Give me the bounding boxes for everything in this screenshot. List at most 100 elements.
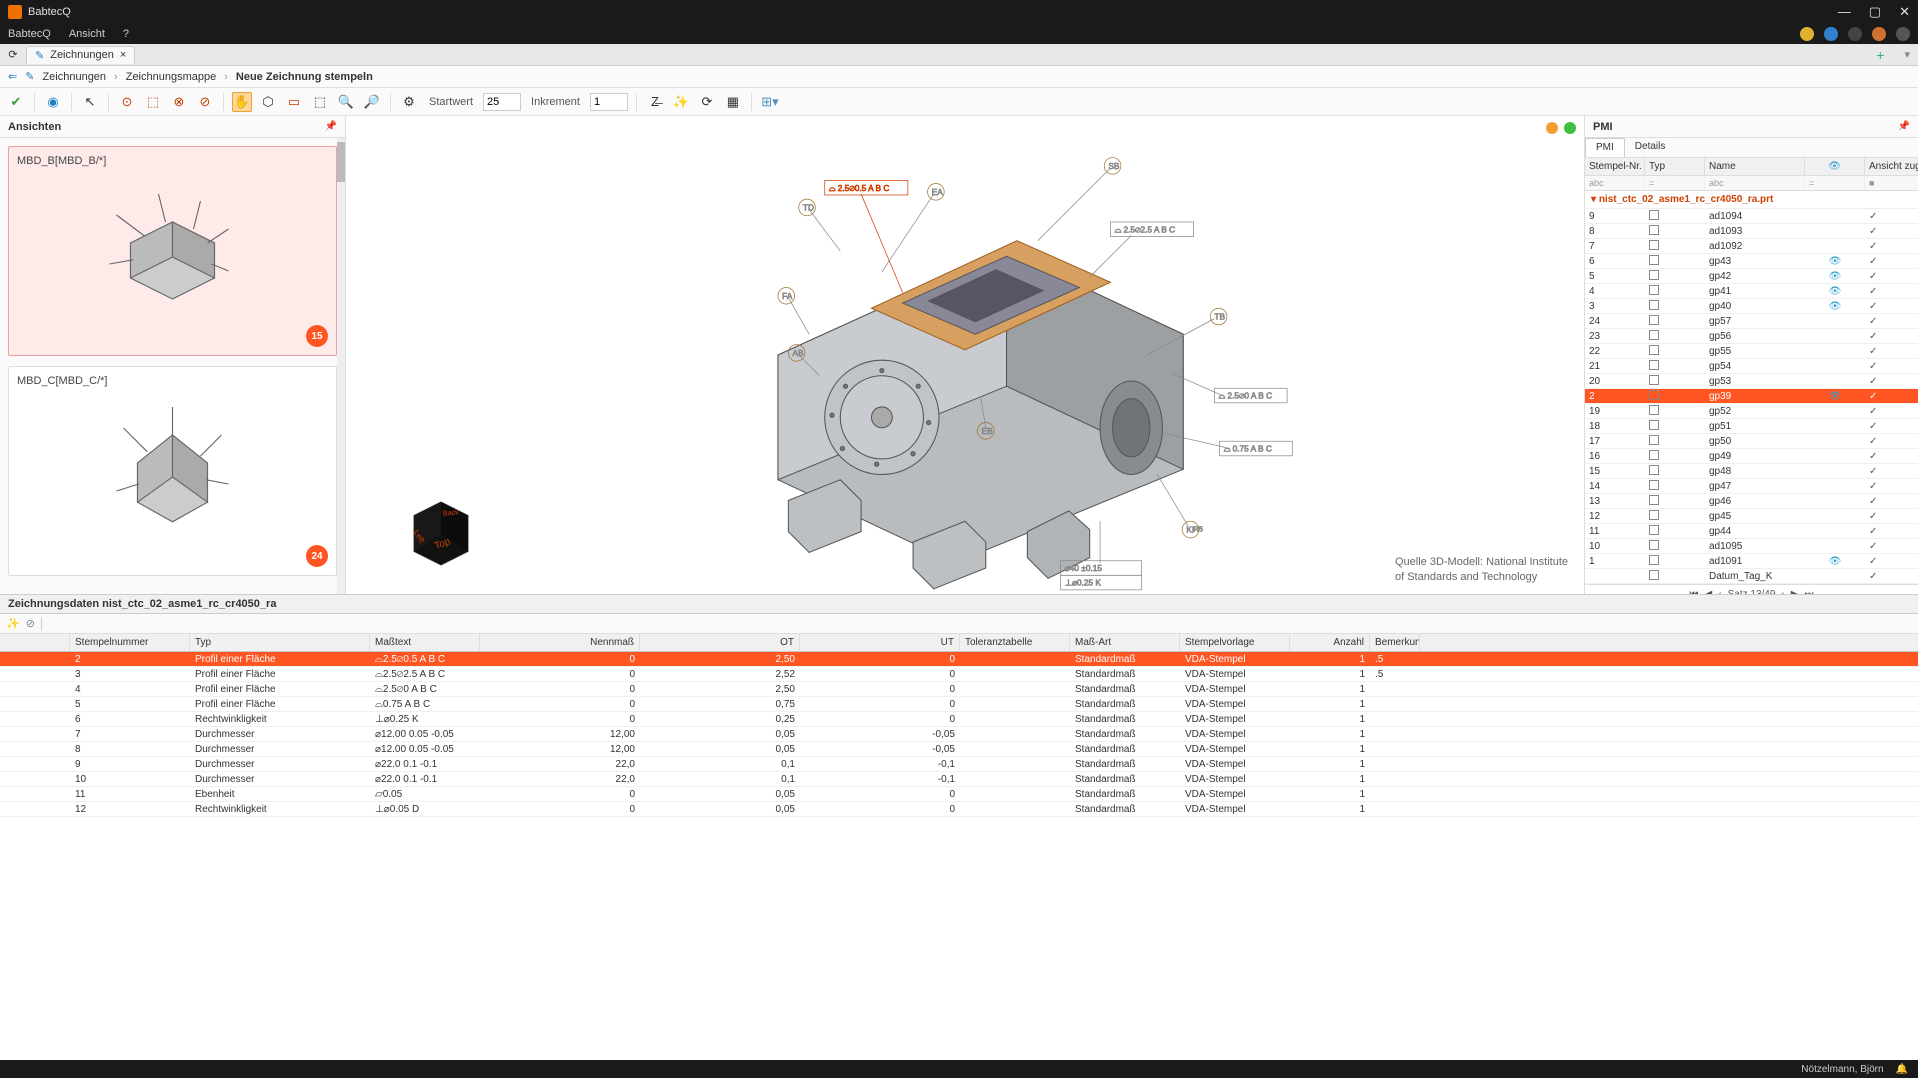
menu-view[interactable]: Ansicht bbox=[69, 28, 105, 40]
tab-zeichnungen[interactable]: ✎ Zeichnungen × bbox=[26, 46, 135, 64]
settings-button[interactable]: ⚙ bbox=[399, 92, 419, 112]
pmi-row[interactable]: 6gp43👁 bbox=[1585, 254, 1918, 269]
pmi-row[interactable]: 12gp45 bbox=[1585, 509, 1918, 524]
view-card-mbd-c[interactable]: MBD_C[MBD_C/*] 24 bbox=[8, 366, 337, 576]
col-visibility[interactable]: 👁 bbox=[1805, 158, 1865, 175]
add-tab-button[interactable]: + bbox=[1868, 47, 1892, 63]
col-ut[interactable]: UT bbox=[800, 634, 960, 651]
select-rect-button[interactable]: ⬚ bbox=[310, 92, 330, 112]
stamp-remove-button[interactable]: ⊘ bbox=[195, 92, 215, 112]
data-row[interactable]: 13Position⊕⌀0.05 D E00,050StandardmaßVDA… bbox=[0, 817, 1918, 818]
pmi-row[interactable]: 3gp40👁 bbox=[1585, 299, 1918, 314]
pmi-row[interactable]: 9ad1094 bbox=[1585, 209, 1918, 224]
pmi-row[interactable]: 21gp54 bbox=[1585, 359, 1918, 374]
home-icon[interactable]: ⟳ bbox=[4, 46, 22, 64]
pmi-row[interactable]: 20gp53 bbox=[1585, 374, 1918, 389]
pmi-row[interactable]: 7ad1092 bbox=[1585, 239, 1918, 254]
pin-icon[interactable]: 📌 bbox=[325, 121, 337, 132]
minimize-button[interactable]: — bbox=[1838, 4, 1851, 20]
pin-icon[interactable]: 📌 bbox=[1898, 121, 1910, 132]
pmi-tab[interactable]: PMI bbox=[1585, 138, 1625, 157]
pmi-row[interactable]: 22gp55 bbox=[1585, 344, 1918, 359]
col-bemerkung[interactable]: Bemerkung bbox=[1370, 634, 1420, 651]
view-card-mbd-b[interactable]: MBD_B[MBD_B/*] 15 bbox=[8, 146, 337, 356]
filter-vis[interactable]: = bbox=[1805, 176, 1865, 190]
tab-close-icon[interactable]: × bbox=[120, 49, 126, 61]
col-ot[interactable]: OT bbox=[640, 634, 800, 651]
globe-icon[interactable] bbox=[1824, 27, 1838, 41]
globe-button[interactable]: ◉ bbox=[43, 92, 63, 112]
maximize-button[interactable]: ▢ bbox=[1869, 4, 1881, 20]
data-row[interactable]: 5Profil einer Fläche⌓0.75 A B C00,750Sta… bbox=[0, 697, 1918, 712]
pmi-row[interactable]: 5gp42👁 bbox=[1585, 269, 1918, 284]
scrollbar[interactable] bbox=[337, 138, 345, 594]
refresh-button[interactable]: ⟳ bbox=[697, 92, 717, 112]
crumb-2[interactable]: Zeichnungsmappe bbox=[126, 71, 217, 83]
col-nennmass[interactable]: Nennmaß bbox=[480, 634, 640, 651]
col-view-assigned[interactable]: Ansicht zugeo… bbox=[1865, 158, 1918, 175]
columns-button[interactable]: ▦ bbox=[723, 92, 743, 112]
col-massart[interactable]: Maß-Art bbox=[1070, 634, 1180, 651]
pmi-row[interactable]: 13gp46 bbox=[1585, 494, 1918, 509]
close-button[interactable]: ✕ bbox=[1899, 4, 1910, 20]
data-row[interactable]: 12Rechtwinkligkeit⊥⌀0.05 D00,050Standard… bbox=[0, 802, 1918, 817]
lock-icon[interactable]: ⊘ bbox=[26, 617, 35, 630]
col-anzahl[interactable]: Anzahl bbox=[1290, 634, 1370, 651]
col-name[interactable]: Name bbox=[1705, 158, 1805, 175]
tab-menu-icon[interactable]: ▾ bbox=[1896, 48, 1918, 61]
pmi-row[interactable]: 18gp51 bbox=[1585, 419, 1918, 434]
pmi-row[interactable]: 1ad1091👁 bbox=[1585, 554, 1918, 569]
data-row[interactable]: 9Durchmesser⌀22.0 0.1 -0.122,00,1-0,1Sta… bbox=[0, 757, 1918, 772]
pmi-row[interactable]: 19gp52 bbox=[1585, 404, 1918, 419]
col-masstext[interactable]: Maßtext bbox=[370, 634, 480, 651]
pmi-row[interactable]: 15gp48 bbox=[1585, 464, 1918, 479]
gear-icon[interactable] bbox=[1872, 27, 1886, 41]
pmi-row[interactable]: 4gp41👁 bbox=[1585, 284, 1918, 299]
wand-icon[interactable]: ✨ bbox=[6, 617, 20, 630]
pmi-row[interactable]: 11gp44 bbox=[1585, 524, 1918, 539]
zoom-in-button[interactable]: 🔍 bbox=[336, 92, 356, 112]
pmi-row[interactable]: 8ad1093 bbox=[1585, 224, 1918, 239]
confirm-button[interactable]: ✔ bbox=[6, 92, 26, 112]
menu-app[interactable]: BabtecQ bbox=[8, 28, 51, 40]
cube-button[interactable]: ⬡ bbox=[258, 92, 278, 112]
pmi-file-row[interactable]: nist_ctc_02_asme1_rc_cr4050_ra.prt bbox=[1585, 191, 1918, 209]
pan-button[interactable]: ✋ bbox=[232, 92, 252, 112]
pmi-row[interactable]: Datum_Tag_K bbox=[1585, 569, 1918, 584]
status-icon-1[interactable] bbox=[1800, 27, 1814, 41]
filter-view[interactable]: ■ bbox=[1865, 176, 1918, 190]
menu-help[interactable]: ? bbox=[123, 28, 129, 40]
pmi-row[interactable]: 10ad1095 bbox=[1585, 539, 1918, 554]
data-row[interactable]: 8Durchmesser⌀12.00 0.05 -0.0512,000,05-0… bbox=[0, 742, 1918, 757]
col-toleranztabelle[interactable]: Toleranztabelle bbox=[960, 634, 1070, 651]
data-row[interactable]: 10Durchmesser⌀22.0 0.1 -0.122,00,1-0,1St… bbox=[0, 772, 1918, 787]
user-icon[interactable] bbox=[1896, 27, 1910, 41]
stamp-select-button[interactable]: ⬚ bbox=[143, 92, 163, 112]
strike-button[interactable]: Z̶ bbox=[645, 92, 665, 112]
pointer-button[interactable]: ↖ bbox=[80, 92, 100, 112]
data-row[interactable]: 7Durchmesser⌀12.00 0.05 -0.0512,000,05-0… bbox=[0, 727, 1918, 742]
col-stempelnr[interactable]: Stempel-Nr. bbox=[1585, 158, 1645, 175]
back-arrow-icon[interactable]: ⇐ bbox=[8, 70, 17, 83]
data-row[interactable]: 11Ebenheit⏥0.0500,050StandardmaßVDA-Stem… bbox=[0, 787, 1918, 802]
data-row[interactable]: 2Profil einer Fläche⌓2.5⌀0.5 A B C02,500… bbox=[0, 652, 1918, 667]
zoom-out-button[interactable]: 🔎 bbox=[362, 92, 382, 112]
pmi-grid[interactable]: Stempel-Nr. Typ Name 👁 Ansicht zugeo… ab… bbox=[1585, 158, 1918, 594]
notify-bell-icon[interactable]: 🔔 bbox=[1896, 1064, 1908, 1075]
wand-button[interactable]: ✨ bbox=[671, 92, 691, 112]
col-stempelnummer[interactable]: Stempelnummer bbox=[70, 634, 190, 651]
crumb-1[interactable]: Zeichnungen bbox=[42, 71, 106, 83]
details-tab[interactable]: Details bbox=[1625, 138, 1676, 157]
data-row[interactable]: 6Rechtwinkligkeit⊥⌀0.25 K00,250Standardm… bbox=[0, 712, 1918, 727]
col-typ[interactable]: Typ bbox=[190, 634, 370, 651]
pmi-row[interactable]: 24gp57 bbox=[1585, 314, 1918, 329]
pmi-row[interactable]: 17gp50 bbox=[1585, 434, 1918, 449]
increment-input[interactable] bbox=[590, 93, 628, 111]
pmi-row[interactable]: 23gp56 bbox=[1585, 329, 1918, 344]
data-row[interactable]: 3Profil einer Fläche⌓2.5⌀2.5 A B C02,520… bbox=[0, 667, 1918, 682]
pmi-row[interactable]: 14gp47 bbox=[1585, 479, 1918, 494]
3d-viewport[interactable]: TD EA SB FA AB EB TB KI ⌓ 2.5⌀0.5 A B C … bbox=[346, 116, 1584, 594]
col-stempelvorlage[interactable]: Stempelvorlage bbox=[1180, 634, 1290, 651]
filter-nr[interactable]: abc bbox=[1585, 176, 1645, 190]
filter-typ[interactable]: = bbox=[1645, 176, 1705, 190]
